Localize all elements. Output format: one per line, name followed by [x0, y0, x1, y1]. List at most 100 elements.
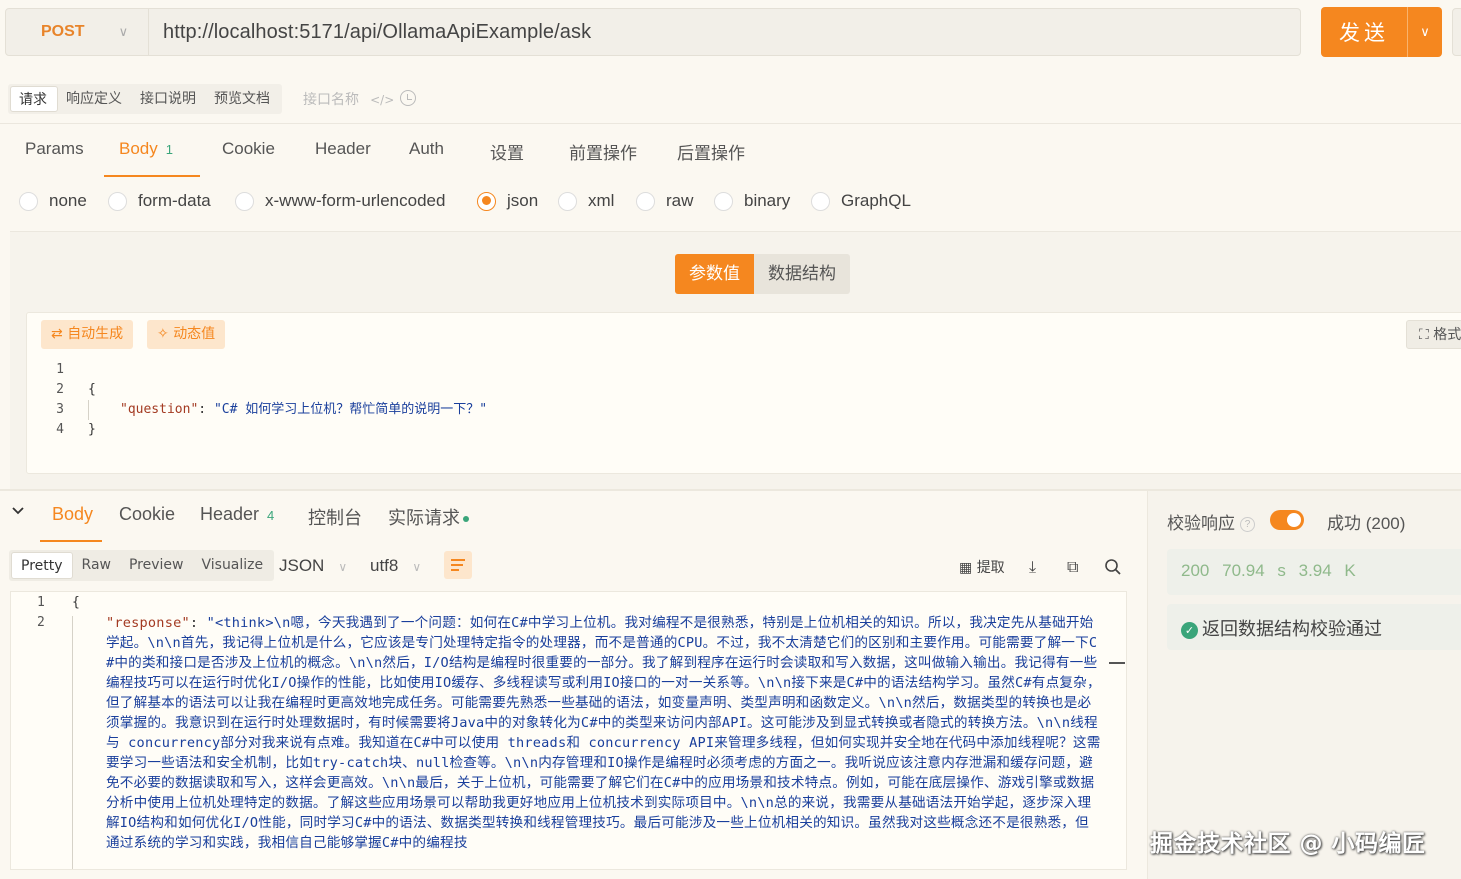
radio-json[interactable]: json — [477, 191, 538, 211]
magic-wand-icon: ✧ — [157, 326, 174, 342]
copy-icon[interactable]: ⧉ — [1067, 557, 1078, 577]
code-line: 2 { — [26, 380, 1461, 400]
view-raw[interactable]: Raw — [73, 552, 120, 579]
tab-console[interactable]: 控制台 — [308, 504, 362, 530]
format-button[interactable]: ⛶ 格式 — [1406, 320, 1461, 349]
tab-header[interactable]: Header — [315, 139, 371, 159]
extract-label: 提取 — [976, 560, 1005, 576]
send-label: 发送 — [1339, 21, 1389, 45]
body-mode-toggle: 参数值 数据结构 — [675, 254, 850, 294]
format-select-value: JSON — [279, 556, 325, 575]
radio-none[interactable]: none — [19, 191, 87, 211]
mode-values-button[interactable]: 参数值 — [675, 254, 754, 294]
radio-binary[interactable]: binary — [714, 191, 790, 211]
api-name-field[interactable]: 接口名称 </> — [303, 89, 394, 109]
extract-icon: ▦ — [959, 560, 977, 576]
view-pretty[interactable]: Pretty — [11, 552, 73, 579]
code-line: 3 "question": "C# 如何学习上位机？帮忙简单的说明一下？" — [26, 400, 1461, 420]
code-line: 4 } — [26, 420, 1461, 440]
radio-urlencoded[interactable]: x-www-form-urlencoded — [235, 191, 445, 211]
dynamic-value-button[interactable]: ✧ 动态值 — [147, 320, 226, 349]
line-number: 2 — [56, 382, 64, 397]
help-icon[interactable]: ? — [1240, 517, 1255, 533]
tab-response-body[interactable]: Body — [52, 504, 93, 525]
tab-api-description[interactable]: 接口说明 — [132, 86, 206, 112]
url-input[interactable]: http://localhost:5171/api/OllamaApiExamp… — [163, 21, 591, 44]
json-key: "question" — [120, 402, 199, 417]
extra-button-edge[interactable] — [1452, 8, 1461, 56]
auto-generate-label: 自动生成 — [67, 326, 124, 342]
tab-settings[interactable]: 设置 — [490, 139, 524, 164]
json-entry: "question": "C# 如何学习上位机？帮忙简单的说明一下？" — [120, 400, 487, 420]
response-size: 3.94 K — [1298, 561, 1356, 580]
dynamic-value-label: 动态值 — [173, 326, 216, 342]
auto-generate-button[interactable]: ⇄ 自动生成 — [41, 320, 134, 349]
refresh-icon: ⇄ — [51, 326, 68, 342]
line-number: 1 — [37, 595, 45, 610]
tab-response-cookie[interactable]: Cookie — [119, 504, 175, 525]
watermark: 掘金技术社区 @ 小码编匠 — [1150, 831, 1426, 857]
format-select[interactable]: JSON ∨ — [279, 556, 347, 576]
view-visualize[interactable]: Visualize — [192, 552, 272, 579]
radio-none-label: none — [49, 191, 87, 210]
schema-check-result: ✓ 返回数据结构校验通过 — [1167, 604, 1461, 650]
verify-toggle[interactable] — [1270, 510, 1304, 530]
verify-response: 校验响应? — [1167, 509, 1255, 534]
json-key: "response" — [106, 615, 190, 631]
send-options-chevron-icon[interactable]: ∨ — [1408, 25, 1442, 40]
line-number: 4 — [56, 422, 64, 437]
tab-actual-request-label: 实际请求 — [388, 508, 460, 528]
tab-preview-doc[interactable]: 预览文档 — [206, 86, 280, 112]
tab-response-definition[interactable]: 响应定义 — [58, 86, 132, 112]
history-icon[interactable] — [400, 90, 416, 106]
radio-circle — [636, 191, 655, 211]
radio-urlencoded-label: x-www-form-urlencoded — [265, 191, 446, 210]
encoding-select[interactable]: utf8 ∨ — [370, 556, 421, 576]
json-close-brace: } — [88, 422, 96, 437]
radio-form-data[interactable]: form-data — [108, 191, 211, 211]
chevron-down-icon: ∨ — [338, 560, 348, 574]
response-body-viewer[interactable]: 1 2 { "response": "<think>\n嗯，今天我遇到了一个问题… — [10, 591, 1127, 870]
tab-request[interactable]: 请求 — [10, 86, 58, 112]
mode-schema-button[interactable]: 数据结构 — [754, 254, 850, 294]
wrap-lines-button[interactable] — [444, 551, 472, 579]
tab-response-header[interactable]: Header 4 — [200, 504, 274, 525]
download-icon[interactable]: ⤓ — [1029, 557, 1036, 577]
tab-post-operations[interactable]: 后置操作 — [677, 139, 745, 164]
response-json-entry: "response": "<think>\n嗯，今天我遇到了一个问题：如何在C#… — [106, 613, 1101, 853]
indent-guide — [72, 616, 73, 869]
tab-auth[interactable]: Auth — [409, 139, 444, 159]
collapse-chevron-icon[interactable] — [12, 505, 24, 517]
radio-xml[interactable]: xml — [558, 191, 614, 211]
radio-json-label: json — [507, 191, 539, 210]
json-open-brace: { — [88, 382, 96, 397]
json-colon: : — [198, 402, 214, 417]
tab-actual-request[interactable]: 实际请求 — [388, 504, 469, 530]
header-count-badge: 4 — [267, 508, 275, 523]
status-code: 200 — [1181, 561, 1210, 580]
extract-button[interactable]: ▦ 提取 — [959, 557, 1005, 577]
radio-circle — [714, 191, 733, 211]
radio-circle — [235, 191, 254, 211]
method-select[interactable]: POST ∨ — [6, 9, 149, 55]
scrollbar-thumb[interactable] — [1109, 662, 1125, 664]
radio-circle — [108, 191, 127, 211]
radio-raw[interactable]: raw — [636, 191, 693, 211]
json-open-brace: { — [72, 595, 80, 610]
line-number: 1 — [56, 362, 64, 377]
json-value: "<think>\n嗯，今天我遇到了一个问题：如何在C#中学习上位机。我对编程不… — [106, 615, 1101, 851]
wrap-icon-line — [451, 559, 465, 561]
tab-pre-operations[interactable]: 前置操作 — [569, 139, 637, 164]
chevron-down-icon: ∨ — [412, 560, 422, 574]
method-label: POST — [41, 23, 85, 40]
tab-body[interactable]: Body 1 — [119, 139, 173, 159]
radio-graphql[interactable]: GraphQL — [811, 191, 911, 211]
url-bar: POST ∨ http://localhost:5171/api/OllamaA… — [5, 8, 1301, 56]
tab-cookie[interactable]: Cookie — [222, 139, 275, 159]
tab-params[interactable]: Params — [25, 139, 84, 159]
schema-check-label: 返回数据结构校验通过 — [1202, 619, 1382, 640]
radio-raw-label: raw — [666, 191, 694, 210]
view-preview[interactable]: Preview — [120, 552, 193, 579]
search-icon[interactable] — [1104, 558, 1122, 576]
send-button[interactable]: 发送 ∨ — [1321, 7, 1442, 57]
